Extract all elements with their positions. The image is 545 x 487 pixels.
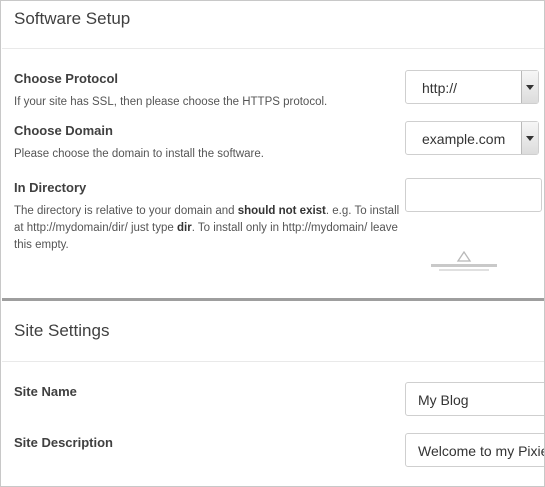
software-setup-title: Software Setup — [14, 9, 131, 28]
triangle-logo-icon — [431, 250, 497, 271]
site-name-label: Site Name — [14, 384, 77, 399]
chevron-down-icon[interactable] — [521, 71, 538, 103]
directory-label: In Directory — [14, 180, 87, 195]
site-description-input[interactable]: Welcome to my Pixie — [405, 433, 544, 467]
install-form-panel: Software Setup Choose Protocol If your s… — [0, 0, 545, 487]
protocol-select-value: http:// — [422, 80, 458, 96]
site-name-input[interactable]: My Blog — [405, 382, 544, 416]
section-divider — [2, 48, 544, 49]
site-description-label: Site Description — [14, 435, 113, 450]
section-separator — [2, 298, 544, 301]
protocol-label: Choose Protocol — [14, 71, 119, 86]
directory-help: The directory is relative to your domain… — [14, 205, 400, 251]
domain-help: Please choose the domain to install the … — [14, 148, 264, 160]
protocol-select[interactable]: http:// — [405, 70, 539, 104]
domain-select[interactable]: example.com — [405, 121, 539, 155]
directory-input[interactable] — [405, 178, 542, 212]
site-settings-title: Site Settings — [14, 321, 110, 340]
domain-select-value: example.com — [422, 131, 506, 147]
section-divider — [2, 361, 544, 362]
protocol-help: If your site has SSL, then please choose… — [14, 96, 328, 108]
company-logo — [429, 250, 499, 273]
domain-label: Choose Domain — [14, 123, 113, 138]
chevron-down-icon[interactable] — [521, 122, 538, 154]
